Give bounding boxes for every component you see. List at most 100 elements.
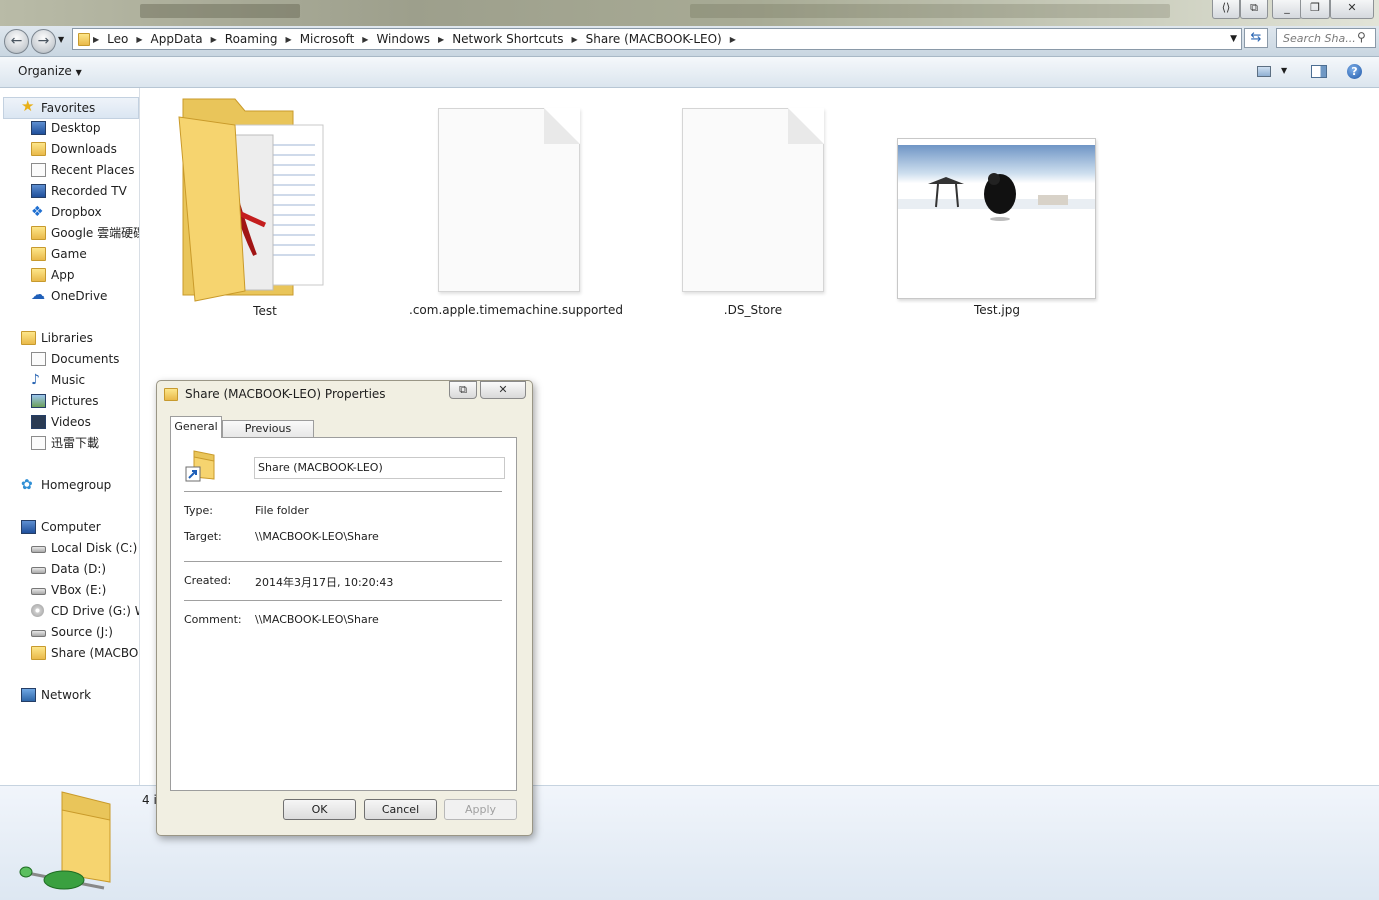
sidebar-item-label: Source (J:) <box>51 625 113 639</box>
sidebar-item-share-macbook[interactable]: Share (MACBOOK <box>0 643 139 663</box>
sidebar-item-dropbox[interactable]: ❖ Dropbox <box>0 202 139 222</box>
breadcrumb-separator-icon[interactable]: ▶ <box>568 35 580 44</box>
minimize-button[interactable]: _ <box>1272 0 1302 19</box>
sidebar-item-vbox-e[interactable]: VBox (E:) <box>0 580 139 600</box>
computer-icon <box>21 520 36 534</box>
file-name-label: Test.jpg <box>973 303 1020 317</box>
organize-label: Organize <box>18 64 72 78</box>
refresh-icon[interactable]: ⇆ <box>1244 28 1268 48</box>
sidebar-item-label: 迅雷下載 <box>51 436 100 450</box>
breadcrumb-item[interactable]: Roaming <box>220 32 283 46</box>
sidebar-header-favorites[interactable]: ★ Favorites <box>3 97 139 119</box>
restore-icon[interactable]: ⧉ <box>449 381 477 399</box>
snap-icon[interactable]: ⟨⟩ <box>1212 0 1240 19</box>
cd-drive-icon <box>31 604 44 617</box>
type-value: File folder <box>255 504 309 517</box>
forward-button[interactable]: → <box>31 29 56 54</box>
blurred-background <box>140 4 300 18</box>
desktop-icon <box>31 121 46 135</box>
sidebar-item-label: CD Drive (G:) WD <box>51 604 139 618</box>
sidebar-item-data-d[interactable]: Data (D:) <box>0 559 139 579</box>
sidebar-item-downloads[interactable]: Downloads <box>0 139 139 159</box>
item-count-label: 4 i <box>142 793 157 807</box>
organize-button[interactable]: Organize ▼ <box>18 64 82 78</box>
sidebar-item-label: Google 雲端硬碟 <box>51 226 140 240</box>
file-item-ds-store[interactable]: .DS_Store <box>653 95 853 325</box>
sidebar-item-local-disk-c[interactable]: Local Disk (C:) <box>0 538 139 558</box>
sidebar-item-desktop[interactable]: Desktop <box>0 118 139 138</box>
sidebar-item-cd-drive-g[interactable]: CD Drive (G:) WD <box>0 601 139 621</box>
cancel-button[interactable]: Cancel <box>364 799 437 820</box>
sidebar-item-videos[interactable]: Videos <box>0 412 139 432</box>
preview-pane-icon[interactable] <box>1311 65 1327 78</box>
file-item-test-jpg[interactable]: Test.jpg <box>897 95 1097 325</box>
sidebar-item-recorded-tv[interactable]: Recorded TV <box>0 181 139 201</box>
breadcrumb-item[interactable]: Windows <box>371 32 435 46</box>
pictures-icon <box>31 394 46 408</box>
blurred-background <box>690 4 1170 18</box>
tab-previous-versions[interactable]: Previous Versions <box>222 420 314 451</box>
back-button[interactable]: ← <box>4 29 29 54</box>
sidebar-header-libraries[interactable]: Libraries <box>0 328 139 348</box>
dialog-close-button[interactable]: ✕ <box>480 381 526 399</box>
onedrive-cloud-icon: ☁ <box>31 287 45 303</box>
name-field[interactable]: Share (MACBOOK-LEO) <box>254 457 505 479</box>
breadcrumb-separator-icon[interactable]: ▶ <box>359 35 371 44</box>
search-icon[interactable]: ⚲ <box>1357 30 1366 44</box>
sidebar-item-pictures[interactable]: Pictures <box>0 391 139 411</box>
recent-places-icon <box>31 163 46 177</box>
sidebar-header-computer[interactable]: Computer <box>0 517 139 537</box>
dialog-title: Share (MACBOOK-LEO) Properties <box>185 387 386 401</box>
sidebar-item-label: App <box>51 268 75 282</box>
address-dropdown-icon[interactable]: ▼ <box>1230 34 1241 44</box>
sidebar-header-homegroup[interactable]: ✿ Homegroup <box>0 475 139 495</box>
close-button[interactable]: ✕ <box>1330 0 1374 19</box>
breadcrumb-item[interactable]: Microsoft <box>295 32 360 46</box>
breadcrumb-separator-icon[interactable]: ▶ <box>208 35 220 44</box>
breadcrumb-item[interactable]: AppData <box>146 32 208 46</box>
sidebar-item-game[interactable]: Game <box>0 244 139 264</box>
blank-file-icon <box>682 108 824 292</box>
videos-icon <box>31 415 46 429</box>
breadcrumb-separator-icon[interactable]: ▶ <box>435 35 447 44</box>
sidebar-item-label: Recent Places <box>51 163 135 177</box>
ok-button[interactable]: OK <box>283 799 356 820</box>
breadcrumb-separator-icon[interactable]: ▶ <box>727 35 739 44</box>
recorded-tv-icon <box>31 184 46 198</box>
breadcrumb-item[interactable]: Network Shortcuts <box>447 32 568 46</box>
change-view-icon[interactable] <box>1257 66 1271 77</box>
file-item-test-folder[interactable]: Test <box>175 95 355 318</box>
sidebar-header-label: Homegroup <box>41 478 112 492</box>
restore-icon[interactable]: ⧉ <box>1240 0 1268 19</box>
sidebar-item-google-drive[interactable]: Google 雲端硬碟 <box>0 223 139 243</box>
music-icon: ♪ <box>31 372 40 388</box>
sidebar-item-label: VBox (E:) <box>51 583 107 597</box>
help-icon[interactable]: ? <box>1347 64 1362 79</box>
sidebar-item-music[interactable]: ♪ Music <box>0 370 139 390</box>
sidebar-item-documents[interactable]: Documents <box>0 349 139 369</box>
breadcrumb-item[interactable]: Leo <box>102 32 133 46</box>
maximize-button[interactable]: ❐ <box>1300 0 1330 19</box>
tab-general[interactable]: General <box>170 416 222 438</box>
sidebar-item-source-j[interactable]: Source (J:) <box>0 622 139 642</box>
comment-label: Comment: <box>184 613 242 626</box>
breadcrumb-item[interactable]: Share (MACBOOK-LEO) <box>581 32 727 46</box>
sidebar-item-app[interactable]: App <box>0 265 139 285</box>
view-options-chevron-icon[interactable]: ▼ <box>1281 66 1287 75</box>
window-title-bar: ⟨⟩ ⧉ _ ❐ ✕ <box>0 0 1379 26</box>
apply-button[interactable]: Apply <box>444 799 517 820</box>
network-folder-icon <box>31 646 46 660</box>
sidebar-item-label: Downloads <box>51 142 117 156</box>
breadcrumb-separator-icon[interactable]: ▶ <box>283 35 295 44</box>
sidebar-item-label: Pictures <box>51 394 99 408</box>
address-bar[interactable]: ▶ Leo ▶ AppData ▶ Roaming ▶ Microsoft ▶ … <box>72 28 1242 50</box>
file-item-timemachine[interactable]: .com.apple.timemachine.supported <box>409 95 623 325</box>
recent-pages-chevron-icon[interactable]: ▼ <box>58 35 64 44</box>
network-folder-icon <box>164 388 178 401</box>
sidebar-item-onedrive[interactable]: ☁ OneDrive <box>0 286 139 306</box>
sidebar-header-network[interactable]: Network <box>0 685 139 705</box>
sidebar-item-thunder-downloads[interactable]: 迅雷下載 <box>0 433 139 453</box>
breadcrumb-separator-icon[interactable]: ▶ <box>90 35 102 44</box>
sidebar-item-recent-places[interactable]: Recent Places <box>0 160 139 180</box>
breadcrumb-separator-icon[interactable]: ▶ <box>133 35 145 44</box>
